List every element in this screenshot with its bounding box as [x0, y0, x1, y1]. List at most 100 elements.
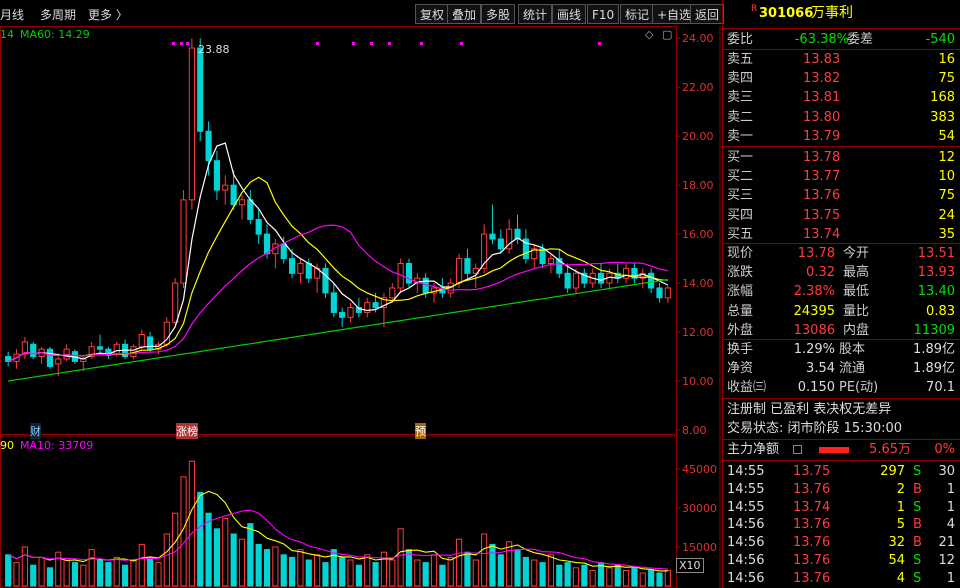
- ask-price: 13.79: [803, 128, 841, 144]
- volume-bar: [656, 572, 663, 587]
- volume-bar: [355, 564, 362, 587]
- multi-period-tab[interactable]: 多周期: [40, 6, 76, 23]
- bid-price: 13.74: [803, 226, 841, 242]
- quote-label: 今开: [843, 246, 870, 261]
- volume-bar: [130, 559, 137, 587]
- ask-row[interactable]: 卖一 13.79 54: [723, 127, 960, 147]
- ask-row[interactable]: 卖二 13.80 383: [723, 108, 960, 128]
- tick-side: B: [913, 481, 922, 497]
- mark-button[interactable]: 标记: [620, 4, 655, 24]
- kline-svg[interactable]: 24.00 22.00 20.00 18.00 16.00 14.00 12.00 10.00…: [0, 26, 722, 588]
- multi-stock-button[interactable]: 多股: [481, 4, 516, 24]
- candle-body: [247, 199, 254, 220]
- volume-bar: [397, 528, 404, 587]
- overlay-button[interactable]: 叠加: [447, 4, 482, 24]
- ask-row[interactable]: 卖三 13.81 168: [723, 88, 960, 108]
- volume-bar: [664, 569, 671, 587]
- tick-count: 30: [938, 464, 955, 479]
- period-month-tab[interactable]: 月线: [0, 6, 24, 23]
- more-menu[interactable]: 更多 〉: [88, 6, 128, 23]
- bid-row[interactable]: 买三 13.76 75: [723, 186, 960, 206]
- volume-bar: [430, 554, 438, 587]
- volume-bar: [13, 562, 20, 587]
- square-icon[interactable]: ▢: [662, 28, 672, 41]
- volume-bar: [455, 538, 463, 587]
- back-button[interactable]: 返回: [690, 4, 725, 24]
- candle-body: [63, 348, 70, 360]
- stats-button[interactable]: 统计: [518, 4, 553, 24]
- volume-bar: [372, 562, 379, 587]
- candle-body: [238, 199, 246, 206]
- volume-bar: [481, 533, 488, 587]
- volume-bar: [272, 546, 279, 587]
- fundamental-label: 净资: [727, 361, 754, 377]
- volume-bar: [531, 559, 538, 587]
- tick-count: 4: [946, 517, 955, 533]
- tick-row: 14:56 13.76 4 S 1: [723, 569, 960, 588]
- bid-row[interactable]: 买五 13.74 35: [723, 225, 960, 245]
- volume-bar: [489, 543, 496, 587]
- candle-body: [172, 282, 179, 323]
- fundamental-row: 换手 1.29% 股本 1.89亿: [723, 340, 960, 360]
- candle-body: [389, 287, 396, 299]
- ask-label: 卖二: [727, 109, 754, 125]
- volume-bar: [21, 546, 28, 587]
- signal-dot: [460, 42, 463, 45]
- fundamental-value: 1.89亿: [913, 361, 955, 377]
- f10-button[interactable]: F10: [587, 4, 620, 24]
- candle-body: [147, 336, 154, 350]
- flow-chart-icon[interactable]: [793, 445, 802, 454]
- volume-bar: [606, 567, 613, 587]
- signal-dot: [172, 42, 175, 45]
- fundamental-label: 股本: [839, 342, 866, 357]
- candle-body: [180, 199, 187, 284]
- event-tag-financial[interactable]: 财: [30, 423, 41, 439]
- tick-side: S: [913, 570, 922, 586]
- stock-name: 万事利: [811, 5, 853, 21]
- tick-time: 14:55: [727, 481, 765, 497]
- kline-chart-area[interactable]: 月线 多周期 更多 〉 复权 叠加 多股 统计 画线 F10 标记 +自选 返回 24.00 22…: [0, 0, 725, 588]
- event-tag-limitup[interactable]: 涨榜: [176, 423, 198, 439]
- fundamental-label: 流通: [839, 361, 866, 377]
- diamond-icon[interactable]: ◇: [645, 28, 653, 41]
- candle-body: [46, 348, 54, 367]
- tick-side: B: [913, 535, 922, 551]
- quote-label: 外盘: [727, 322, 754, 338]
- fundamental-value: 70.1: [926, 380, 955, 396]
- main-flow-row[interactable]: 主力净额 5.65万 0%: [723, 440, 960, 460]
- ma10-vol-legend: MA10: 33709: [20, 439, 94, 452]
- weibi-label: 委比: [727, 32, 754, 47]
- candle-body: [138, 334, 145, 348]
- volume-unit-badge: X10: [676, 558, 704, 573]
- quote-value: 13.51: [917, 246, 955, 261]
- bid-row[interactable]: 买一 13.78 12: [723, 148, 960, 168]
- event-tag-forecast[interactable]: 预: [415, 423, 426, 439]
- ask-volume: 383: [930, 109, 955, 125]
- candle-body: [622, 267, 630, 279]
- quote-label: 现价: [727, 246, 754, 261]
- candle-body: [96, 346, 104, 350]
- weibi-value: -63.38%: [794, 32, 849, 47]
- draw-line-button[interactable]: 画线: [552, 4, 587, 24]
- volume-bar: [639, 572, 646, 587]
- candle-body: [30, 343, 37, 358]
- high-price-marker: 23.88: [198, 43, 230, 56]
- candle-body: [230, 184, 237, 206]
- info-line2: 交易状态: 闭市阶段 15:30:00: [723, 419, 960, 439]
- quote-row: 涨跌 0.32 最高 13.93: [723, 263, 960, 283]
- volume-bar: [305, 559, 312, 587]
- ask-row[interactable]: 卖五 13.83 16: [723, 50, 960, 70]
- restore-rights-button[interactable]: 复权: [415, 4, 450, 24]
- quote-row: 涨幅 2.38% 最低 13.40: [723, 282, 960, 302]
- volume-bar: [380, 551, 388, 587]
- quote-value: 0.32: [806, 265, 835, 281]
- candle-body: [572, 272, 580, 289]
- y-tick-label: 20.00: [682, 130, 714, 143]
- volume-bar: [188, 460, 195, 587]
- ma10-line: [7, 176, 668, 362]
- bid-row[interactable]: 买四 13.75 24: [723, 206, 960, 226]
- quote-value: 13.93: [917, 265, 955, 281]
- ask-row[interactable]: 卖四 13.82 75: [723, 69, 960, 89]
- bid-row[interactable]: 买二 13.77 10: [723, 167, 960, 187]
- tick-time: 14:55: [727, 499, 765, 515]
